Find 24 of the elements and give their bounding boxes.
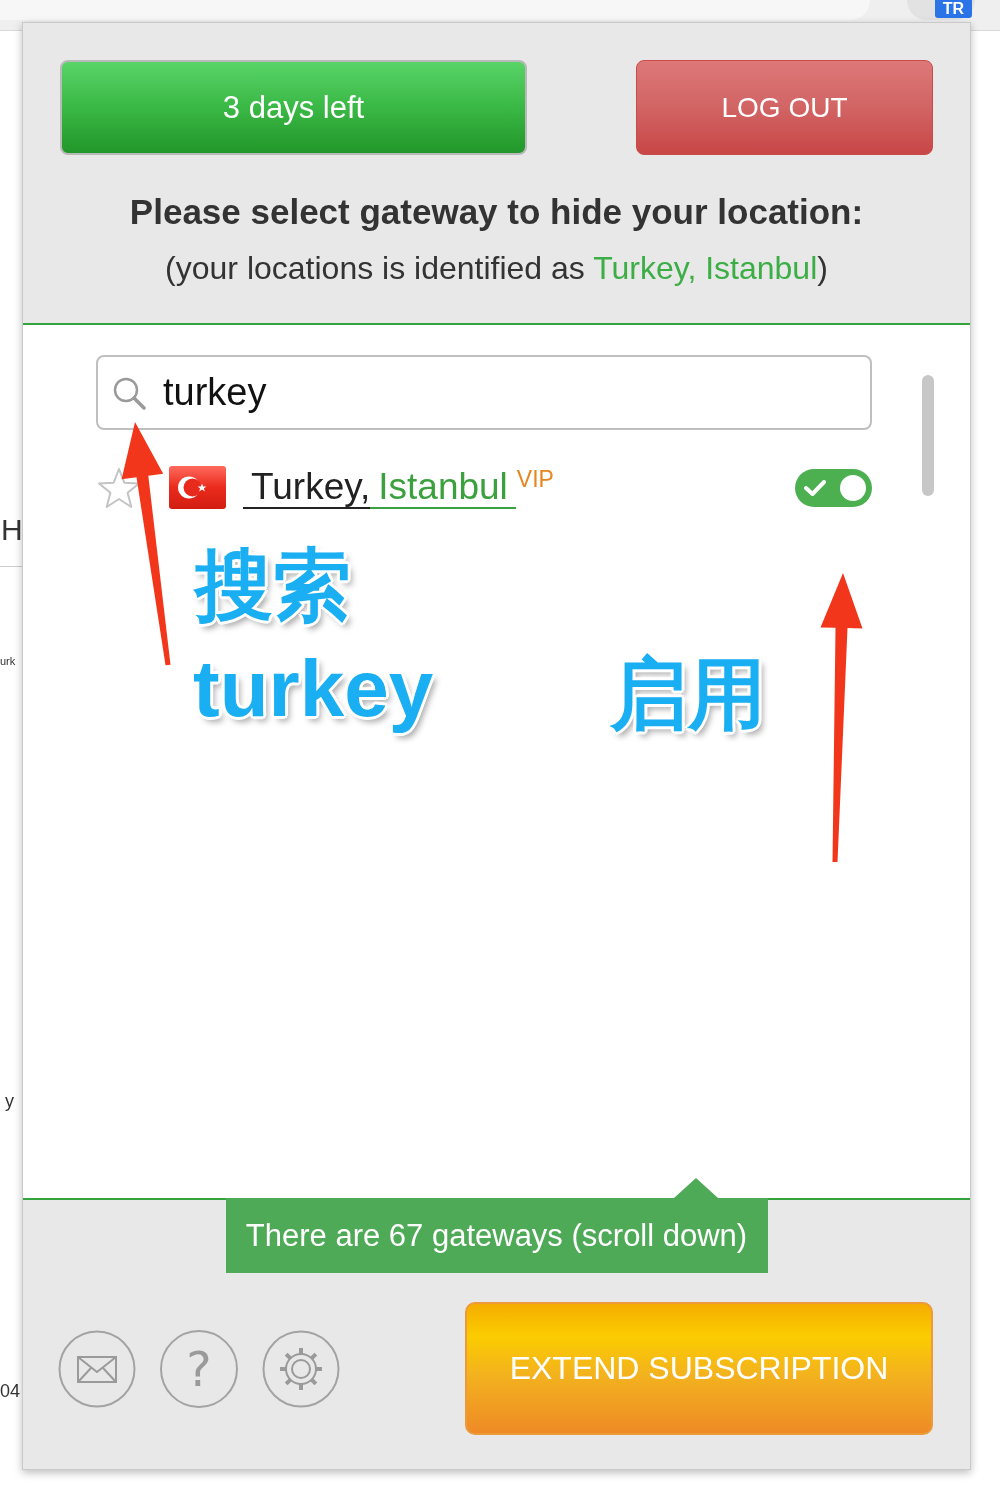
location-note: (your locations is identified as Turkey, Istanbul) (164, 249, 829, 288)
page-text-fragment: H (1, 512, 22, 548)
gateway-count-tooltip: There are 67 gateways (scroll down) (225, 1178, 768, 1273)
annotation-label: 启用 (610, 655, 766, 733)
search-icon (112, 375, 146, 410)
search-field[interactable]: turkey (96, 355, 872, 430)
gateway-link[interactable]: Turkey, Istanbul (243, 466, 516, 509)
extension-icon[interactable]: TR (907, 0, 975, 20)
flag-icon (169, 466, 226, 509)
settings-icon[interactable] (262, 1329, 340, 1408)
scrollbar[interactable] (922, 375, 934, 496)
page-text-fragment: y (5, 1090, 15, 1112)
annotation-label: 搜索 (195, 546, 351, 624)
mail-icon[interactable] (58, 1329, 136, 1408)
logout-button[interactable]: LOG OUT (636, 60, 933, 155)
days-left-button[interactable]: 3 days left (60, 60, 527, 155)
vip-label: VIP (516, 466, 554, 493)
gateway-heading: Please select gateway to hide your location: (128, 191, 865, 233)
check-icon (804, 478, 826, 497)
extension-badge: TR (935, 0, 972, 18)
help-button[interactable]: ? (160, 1329, 238, 1408)
page-text-fragment: urk (0, 654, 17, 668)
toggle-switch[interactable] (795, 468, 872, 507)
page-text-fragment: 04 (0, 1380, 22, 1402)
